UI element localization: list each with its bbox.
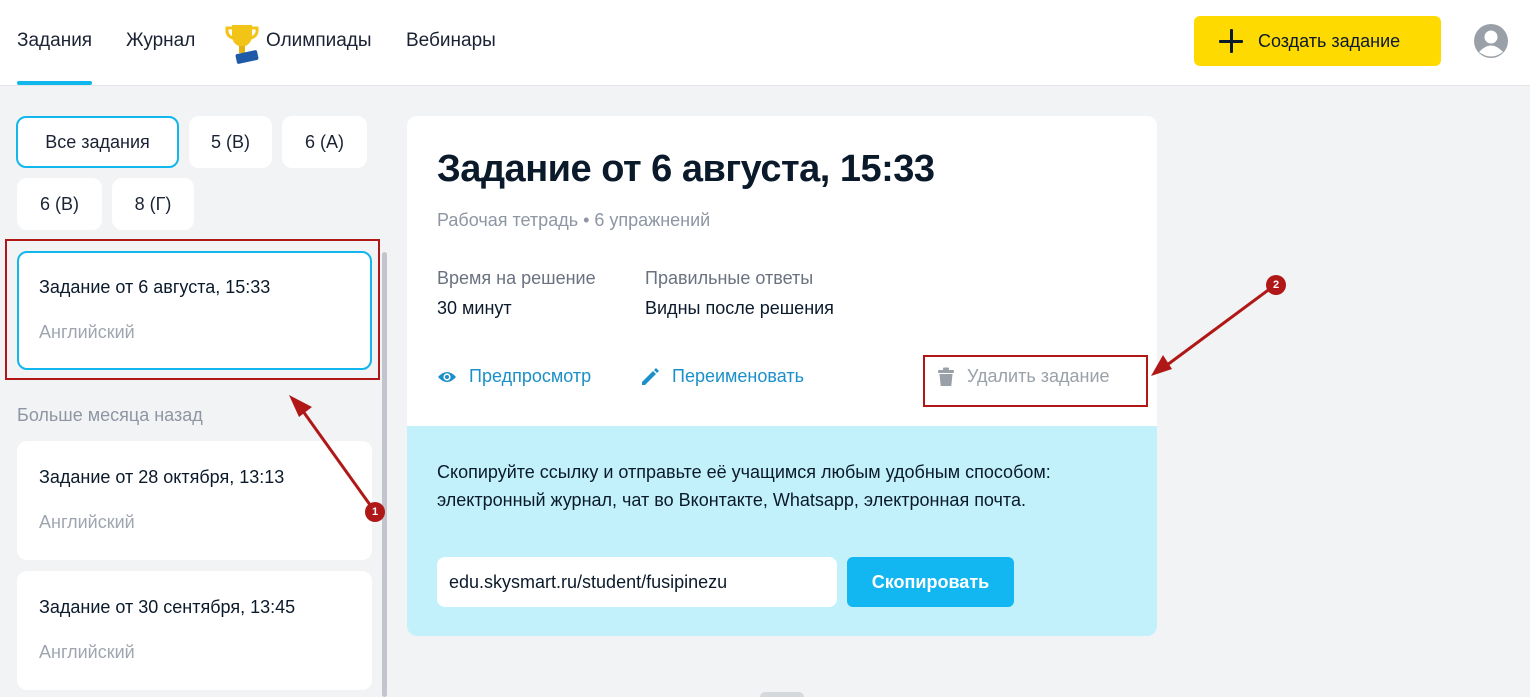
copy-link-button[interactable]: Скопировать: [847, 557, 1014, 607]
rename-label: Переименовать: [672, 366, 804, 386]
trophy-icon: [225, 25, 259, 64]
task-detail-meta: Рабочая тетрадь • 6 упражнений: [437, 210, 711, 230]
section-label-older: Больше месяца назад: [17, 405, 203, 425]
filter-6a[interactable]: 6 (А): [282, 116, 367, 168]
filter-5v[interactable]: 5 (В): [189, 116, 272, 168]
task-detail-title: Задание от 6 августа, 15:33: [437, 148, 935, 190]
filter-6v[interactable]: 6 (В): [17, 178, 102, 230]
share-instructions: Скопируйте ссылку и отправьте её учащимс…: [437, 462, 1051, 510]
rename-button[interactable]: Переименовать: [640, 366, 804, 387]
time-value: 30 минут: [437, 298, 512, 318]
annotation-badge-1: 1: [365, 502, 385, 522]
filter-all-tasks[interactable]: Все задания: [16, 116, 179, 168]
bottom-handle: [760, 692, 804, 697]
eye-icon: [438, 371, 456, 382]
user-avatar-icon[interactable]: [1473, 23, 1509, 59]
task-list-item[interactable]: Задание от 30 сентября, 13:45 Английский: [17, 571, 372, 690]
answers-label: Правильные ответы: [645, 268, 814, 288]
annotation-badge-2: 2: [1266, 275, 1286, 295]
time-label: Время на решение: [437, 268, 596, 288]
task-title: Задание от 30 сентября, 13:45: [39, 597, 296, 617]
task-list-item[interactable]: Задание от 28 октября, 13:13 Английский: [17, 441, 372, 560]
tab-journal[interactable]: Журнал: [126, 30, 195, 52]
answers-value: Видны после решения: [645, 298, 834, 318]
tab-tasks[interactable]: Задания: [17, 30, 93, 85]
filter-8g[interactable]: 8 (Г): [112, 178, 194, 230]
plus-icon: [1218, 28, 1244, 54]
tab-olympiads[interactable]: Олимпиады: [266, 30, 372, 52]
share-link-field[interactable]: [437, 557, 837, 607]
create-task-button[interactable]: Создать задание: [1194, 16, 1441, 66]
task-subject: Английский: [39, 512, 135, 532]
task-title: Задание от 28 октября, 13:13: [39, 467, 285, 487]
annotation-box-task: [5, 239, 380, 380]
create-task-label: Создать задание: [1258, 30, 1401, 51]
top-navigation: Задания Журнал Олимпиады Вебинары Создат…: [0, 0, 1530, 86]
share-panel: Скопируйте ссылку и отправьте её учащимс…: [407, 426, 1157, 636]
preview-button[interactable]: Предпросмотр: [437, 366, 591, 387]
preview-label: Предпросмотр: [469, 366, 592, 386]
list-scrollbar[interactable]: [382, 252, 387, 697]
pencil-icon: [642, 367, 659, 385]
task-subject: Английский: [39, 642, 135, 662]
annotation-box-delete: [923, 355, 1148, 407]
tab-webinars[interactable]: Вебинары: [406, 30, 496, 52]
